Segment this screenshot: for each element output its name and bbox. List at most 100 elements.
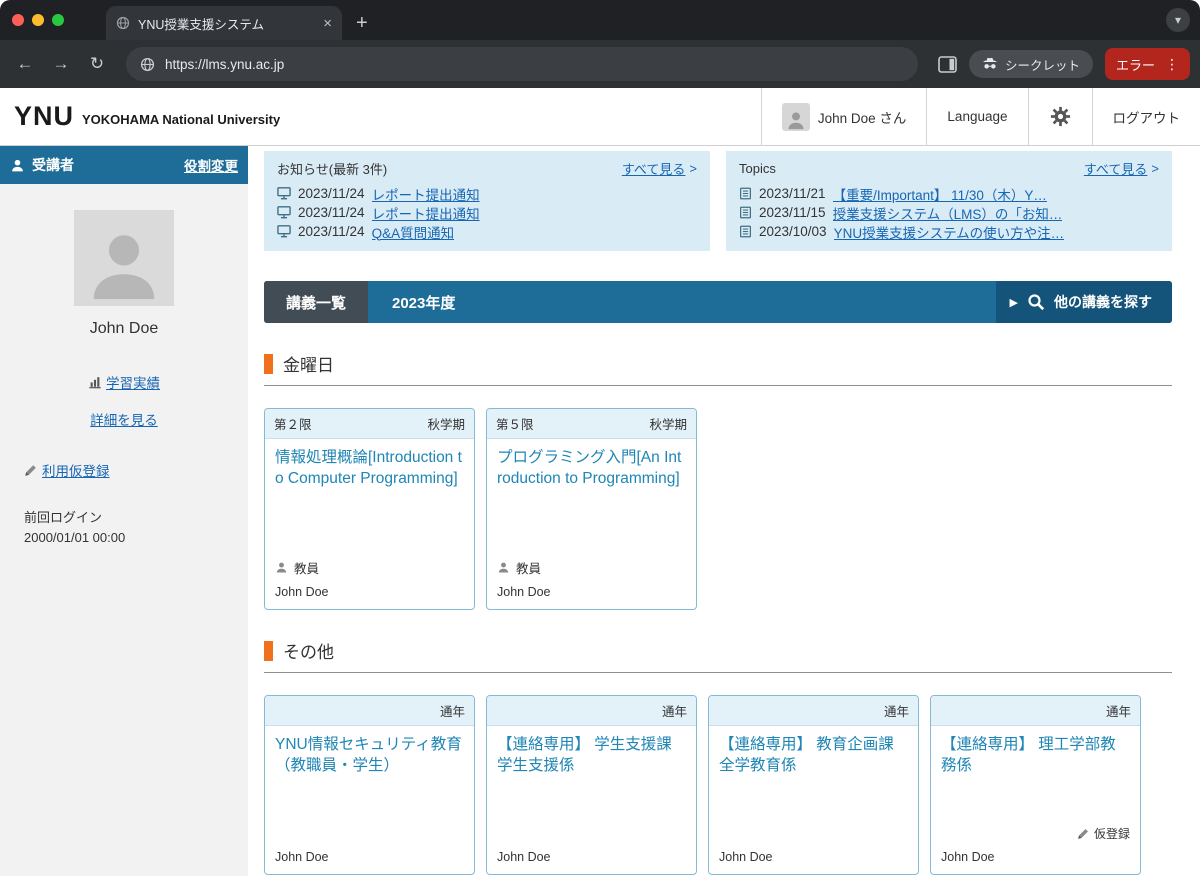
forward-button[interactable]: →: [46, 49, 76, 79]
person-icon: [276, 562, 287, 573]
language-button[interactable]: Language: [926, 88, 1027, 145]
section-accent: [264, 640, 273, 661]
notices-panel: お知らせ(最新 3件) すべて見る > 2023/11/24 レポート提出通知: [264, 151, 710, 251]
page: YNU YOKOHAMA National University John Do…: [0, 88, 1200, 876]
tab-title: YNU授業支援システム: [138, 17, 265, 32]
notice-link[interactable]: レポート提出通知: [372, 184, 480, 203]
notices-title: お知らせ(最新 3件): [277, 162, 388, 177]
logo-ynu-text: YNU: [14, 101, 75, 131]
list-icon: [740, 187, 751, 200]
teacher-name: John Doe: [719, 850, 773, 864]
teacher-label: 教員: [294, 562, 320, 576]
topic-item: 2023/11/21 【重要/Important】 11/30（木）Y…: [739, 184, 1159, 203]
last-login-value: 2000/01/01 00:00: [24, 529, 126, 545]
course-card: 第２限 秋学期 情報処理概論[Introduction to Computer …: [264, 408, 475, 610]
term-label: 通年: [883, 705, 909, 719]
sidebar: 受講者 役割変更 John Doe 学習実績 詳細を見る 利用仮登録 前回ログイ…: [0, 146, 248, 876]
error-menu-button[interactable]: エラー ⋮: [1104, 48, 1190, 80]
section-title: 金曜日: [283, 356, 334, 375]
address-bar[interactable]: https://lms.ynu.ac.jp: [126, 47, 918, 81]
teacher-name: John Doe: [275, 585, 329, 599]
course-bar: 講義一覧 2023年度 ▶ 他の講義を探す: [264, 281, 1172, 323]
chevron-right-icon: >: [689, 161, 697, 176]
course-card: 通年 【連絡専用】 理工学部教務係 仮登録 John Doe: [930, 695, 1141, 875]
back-button[interactable]: ←: [10, 49, 40, 79]
side-panel-button[interactable]: [932, 55, 963, 73]
header-user-name: John Doe さん: [817, 110, 907, 126]
university-logo: YNU YOKOHAMA National University: [0, 88, 761, 145]
person-icon: [498, 562, 509, 573]
notices-see-all-link[interactable]: すべて見る >: [622, 159, 697, 178]
teacher-label: 教員: [516, 562, 542, 576]
sidebar-user-name: John Doe: [89, 320, 159, 337]
notice-link[interactable]: レポート提出通知: [372, 203, 480, 222]
browser-toolbar: ← → ↻ https://lms.ynu.ac.jp シークレット エラー ⋮: [0, 40, 1200, 88]
term-label: 通年: [439, 705, 465, 719]
find-other-courses-button[interactable]: ▶ 他の講義を探す: [995, 281, 1172, 323]
course-link[interactable]: 【連絡専用】 教育企画課全学教育係: [719, 735, 908, 777]
logout-button[interactable]: ログアウト: [1091, 88, 1200, 145]
bar-chart-icon: [89, 377, 101, 389]
course-link[interactable]: 【連絡専用】 理工学部教務係: [941, 735, 1130, 777]
course-link[interactable]: 情報処理概論[Introduction to Computer Programm…: [275, 448, 464, 490]
settings-button[interactable]: [1027, 88, 1092, 145]
role-label: 受講者: [32, 157, 74, 173]
term-label: 通年: [661, 705, 687, 719]
learning-record-link[interactable]: 学習実績: [106, 372, 160, 392]
teacher-name: John Doe: [497, 585, 551, 599]
course-link[interactable]: YNU情報セキュリティ教育（教職員・学生）: [275, 735, 464, 777]
list-icon: [740, 225, 751, 238]
course-list-tab[interactable]: 講義一覧: [264, 281, 368, 323]
course-link[interactable]: プログラミング入門[An Introduction to Programming…: [497, 448, 686, 490]
profile-photo: [74, 210, 174, 306]
close-window-button[interactable]: [12, 14, 24, 26]
tab-favicon-icon: [116, 16, 130, 30]
logo-subtitle: YOKOHAMA National University: [82, 112, 281, 127]
section-divider: [264, 672, 1172, 673]
globe-icon: [140, 57, 155, 71]
course-card: 第５限 秋学期 プログラミング入門[An Introduction to Pro…: [486, 408, 697, 610]
reload-button[interactable]: ↻: [82, 49, 112, 79]
last-login-label: 前回ログイン: [24, 510, 103, 525]
period-label: 第２限: [274, 418, 312, 432]
topic-item: 2023/10/03 YNU授業支援システムの使い方や注…: [739, 222, 1159, 241]
term-label: 通年: [1105, 705, 1131, 719]
incognito-label: シークレット: [1004, 58, 1080, 73]
new-tab-button[interactable]: +: [342, 6, 382, 40]
role-bar: 受講者 役割変更: [0, 146, 248, 184]
topic-link[interactable]: 【重要/Important】 11/30（木）Y…: [833, 184, 1047, 203]
person-silhouette-icon: [93, 235, 155, 300]
provisional-badge: 仮登録: [941, 825, 1130, 842]
notice-link[interactable]: Q&A質問通知: [372, 222, 455, 241]
site-header: YNU YOKOHAMA National University John Do…: [0, 88, 1200, 146]
window-controls: [0, 0, 78, 40]
see-details-link[interactable]: 詳細を見る: [90, 413, 158, 428]
section-accent: [264, 353, 273, 374]
role-change-link[interactable]: 役割変更: [184, 155, 238, 175]
teacher-name: John Doe: [941, 850, 995, 864]
course-card: 通年 YNU情報セキュリティ教育（教職員・学生） John Doe: [264, 695, 475, 875]
topic-link[interactable]: 授業支援システム（LMS）の「お知…: [833, 203, 1063, 222]
topic-link[interactable]: YNU授業支援システムの使い方や注…: [834, 222, 1065, 241]
topics-see-all-link[interactable]: すべて見る >: [1084, 159, 1159, 178]
person-icon: [12, 159, 23, 171]
window-chevron-button[interactable]: ▾: [1166, 8, 1190, 32]
browser-tab[interactable]: YNU授業支援システム ×: [106, 6, 342, 40]
course-card: 通年 【連絡専用】 学生支援課学生支援係 John Doe: [486, 695, 697, 875]
term-label: 秋学期: [649, 418, 687, 432]
play-icon: ▶: [1009, 296, 1018, 309]
topic-item: 2023/11/15 授業支援システム（LMS）の「お知…: [739, 203, 1159, 222]
user-avatar: [781, 102, 810, 131]
url-text: https://lms.ynu.ac.jp: [165, 56, 285, 72]
pencil-icon: [1078, 829, 1088, 839]
zoom-window-button[interactable]: [52, 14, 64, 26]
chevron-right-icon: >: [1151, 161, 1159, 176]
minimize-window-button[interactable]: [32, 14, 44, 26]
tab-close-icon[interactable]: ×: [323, 15, 332, 32]
incognito-icon: [983, 57, 997, 69]
last-login: 前回ログイン 2000/01/01 00:00: [0, 482, 248, 547]
teacher-name: John Doe: [497, 850, 551, 864]
provisional-registration-link[interactable]: 利用仮登録: [42, 460, 110, 480]
course-link[interactable]: 【連絡専用】 学生支援課学生支援係: [497, 735, 686, 777]
error-label: エラー: [1115, 57, 1155, 73]
